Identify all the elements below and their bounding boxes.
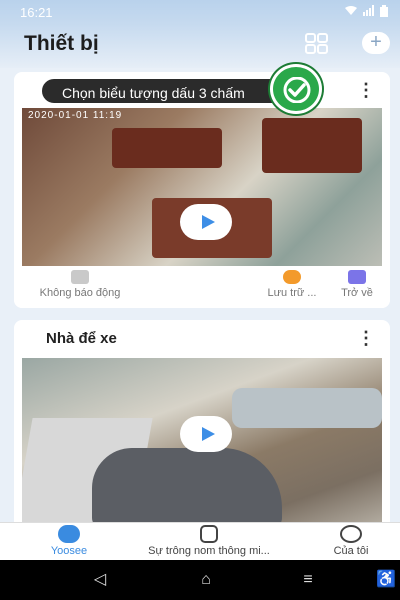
more-vertical-icon: ⋮ (357, 328, 375, 348)
plus-icon: + (370, 31, 382, 53)
accessibility-icon[interactable]: ♿ (376, 570, 396, 590)
video-icon (348, 270, 366, 284)
playback-label: Trở về (341, 287, 373, 299)
wifi-icon (344, 5, 358, 19)
nav-me-label: Của tôi (333, 545, 369, 557)
nav-tab-alerts[interactable]: Sự trông nom thông mi... (134, 525, 284, 557)
alarm-label: Không báo động (39, 287, 121, 299)
cloud-icon (283, 270, 301, 284)
status-icons (344, 4, 388, 20)
status-bar: 16:21 (0, 0, 400, 24)
nav-tab-home[interactable]: Yoosee (44, 525, 94, 557)
user-icon (340, 525, 362, 543)
page-title: Thiết bị (24, 32, 99, 55)
back-icon[interactable]: ◁ (90, 570, 110, 590)
battery-icon (380, 4, 388, 20)
status-time: 16:21 (20, 4, 53, 20)
camera-feed[interactable] (22, 358, 382, 530)
home-icon[interactable]: ⌂ (196, 570, 216, 590)
cloud-storage-button[interactable]: Lưu trữ ... (260, 270, 324, 299)
add-device-button[interactable]: + (362, 32, 390, 54)
storage-label: Lưu trữ ... (267, 287, 317, 299)
nav-alerts-label: Sự trông nom thông mi... (148, 545, 270, 557)
more-vertical-icon: ⋮ (357, 80, 375, 100)
more-options-button[interactable]: ⋮ (356, 328, 376, 348)
alert-icon (200, 525, 218, 543)
grid-icon (305, 33, 328, 54)
device-card: Nhà để xe ⋮ (14, 320, 390, 530)
menu-icon[interactable]: ≡ (298, 570, 318, 590)
sofa-shape (112, 128, 222, 168)
shield-icon (71, 270, 89, 284)
tarp-shape (232, 388, 382, 428)
check-icon (283, 77, 311, 103)
armchair-shape (262, 118, 362, 173)
camera-icon (58, 525, 80, 543)
device-card: ⋮ 2020-01-01 11:19 Không báo động Lưu tr… (14, 72, 390, 308)
nav-tab-me[interactable]: Của tôi (326, 525, 376, 557)
playback-button[interactable]: Trở về (332, 270, 382, 299)
play-button[interactable] (180, 204, 232, 240)
device-name: Nhà để xe (46, 330, 117, 347)
signal-icon (363, 5, 375, 19)
play-button[interactable] (180, 416, 232, 452)
header: Thiết bị + (0, 24, 400, 68)
car-shape (92, 448, 282, 528)
bottom-nav: Yoosee Sự trông nom thông mi... Của tôi (0, 522, 400, 560)
system-nav-bar: ◁ ⌂ ≡ ♿ (0, 560, 400, 600)
nav-home-label: Yoosee (50, 545, 88, 557)
instruction-tooltip: Chọn biểu tượng dấu 3 chấm (40, 77, 300, 105)
feed-timestamp: 2020-01-01 11:19 (28, 110, 123, 121)
alarm-toggle[interactable]: Không báo động (30, 270, 130, 299)
check-badge (270, 64, 322, 114)
more-options-button[interactable]: ⋮ (356, 80, 376, 100)
card-actions: Không báo động Lưu trữ ... Trở về (14, 266, 390, 308)
grid-view-button[interactable] (304, 32, 330, 56)
card-header: Nhà để xe ⋮ (14, 320, 390, 356)
